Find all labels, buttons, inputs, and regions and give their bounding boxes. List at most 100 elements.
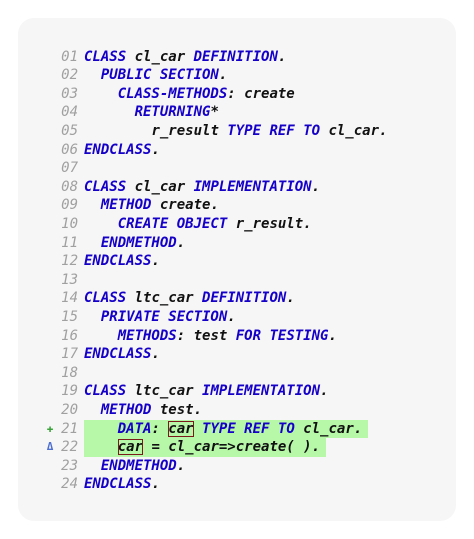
code-token: : create bbox=[227, 85, 295, 102]
code-token: . bbox=[151, 253, 160, 270]
line-number: 02 bbox=[61, 67, 78, 84]
code-token: test. bbox=[151, 401, 203, 418]
code-line[interactable]: Δ 22 car = cl_car=>create( ). bbox=[0, 438, 474, 457]
code-text: METHOD create. bbox=[84, 196, 219, 215]
line-number: 17 bbox=[61, 346, 78, 363]
code-line[interactable]: 17 ENDCLASS. bbox=[0, 345, 474, 364]
keyword-token: CLASS bbox=[84, 290, 127, 307]
code-text: CLASS ltc_car DEFINITION. bbox=[84, 289, 295, 308]
code-line[interactable]: 19 CLASS ltc_car IMPLEMENTATION. bbox=[0, 382, 474, 401]
line-number: 19 bbox=[61, 383, 78, 400]
line-number: 20 bbox=[61, 401, 78, 418]
code-token: r_result. bbox=[227, 215, 312, 232]
keyword-token: RETURNING bbox=[134, 104, 211, 121]
code-line[interactable]: 08 CLASS cl_car IMPLEMENTATION. bbox=[0, 178, 474, 197]
code-text: METHODS: test FOR TESTING. bbox=[84, 327, 337, 346]
keyword-token: ENDCLASS bbox=[84, 253, 152, 270]
code-token: . bbox=[151, 476, 160, 493]
code-token: r_result bbox=[151, 122, 228, 139]
code-token: . bbox=[311, 178, 321, 195]
changed-line-icon: Δ bbox=[46, 440, 54, 454]
code-token: . bbox=[328, 327, 337, 344]
code-token: cl_car. bbox=[320, 122, 388, 139]
code-token: . bbox=[277, 48, 287, 65]
keyword-token: METHODS bbox=[117, 327, 177, 344]
line-number: 14 bbox=[61, 290, 78, 307]
code-token: ltc_car bbox=[126, 383, 203, 400]
code-token: * bbox=[210, 104, 219, 121]
code-line[interactable]: ✚ 21 DATA: car TYPE REF TO cl_car. bbox=[0, 420, 474, 439]
line-number: 18 bbox=[61, 364, 78, 381]
keyword-token: PRIVATE SECTION bbox=[100, 308, 228, 325]
keyword-token: IMPLEMENTATION bbox=[202, 383, 321, 400]
code-line[interactable]: 12 ENDCLASS. bbox=[0, 252, 474, 271]
code-line[interactable]: 13 bbox=[0, 271, 474, 290]
code-line[interactable]: 24 ENDCLASS. bbox=[0, 475, 474, 494]
code-text: CLASS cl_car IMPLEMENTATION. bbox=[84, 178, 320, 197]
keyword-token: CLASS bbox=[84, 178, 127, 195]
code-text: DATA: car TYPE REF TO cl_car. bbox=[84, 420, 362, 439]
keyword-token: ENDMETHOD bbox=[100, 457, 177, 474]
keyword-token: METHOD bbox=[100, 197, 152, 214]
code-text: CREATE OBJECT r_result. bbox=[84, 215, 312, 234]
code-text: ENDCLASS. bbox=[84, 141, 160, 160]
keyword-token: TYPE REF TO bbox=[227, 122, 321, 139]
code-line[interactable]: 09 METHOD create. bbox=[0, 196, 474, 215]
code-line[interactable]: 03 CLASS-METHODS: create bbox=[0, 85, 474, 104]
code-line[interactable]: 05 r_result TYPE REF TO cl_car. bbox=[0, 122, 474, 141]
keyword-token: FOR TESTING bbox=[235, 327, 329, 344]
code-text: METHOD test. bbox=[84, 401, 202, 420]
code-line[interactable]: 02 PUBLIC SECTION. bbox=[0, 66, 474, 85]
line-number: 03 bbox=[61, 85, 78, 102]
code-text: car = cl_car=>create( ). bbox=[84, 438, 320, 457]
keyword-token: CLASS bbox=[84, 383, 127, 400]
line-number: 24 bbox=[61, 476, 78, 493]
code-token: cl_car bbox=[126, 48, 194, 65]
code-line[interactable]: 16 METHODS: test FOR TESTING. bbox=[0, 327, 474, 346]
keyword-token: DATA bbox=[117, 420, 152, 437]
code-line[interactable]: 01 CLASS cl_car DEFINITION. bbox=[0, 48, 474, 67]
keyword-token: METHOD bbox=[100, 401, 152, 418]
keyword-token: ENDMETHOD bbox=[100, 234, 177, 251]
code-text: CLASS cl_car DEFINITION. bbox=[84, 48, 286, 67]
code-token: = cl_car=>create( ). bbox=[143, 439, 321, 456]
keyword-token: CLASS bbox=[84, 48, 127, 65]
code-line[interactable]: 20 METHOD test. bbox=[0, 401, 474, 420]
line-number: 23 bbox=[61, 457, 78, 474]
code-line[interactable]: 14 CLASS ltc_car DEFINITION. bbox=[0, 289, 474, 308]
line-number: 05 bbox=[61, 122, 78, 139]
code-text: ENDCLASS. bbox=[84, 252, 160, 271]
boxed-identifier: car bbox=[168, 420, 194, 437]
line-number: 22 bbox=[61, 439, 78, 456]
code-token: ltc_car bbox=[126, 290, 203, 307]
code-line[interactable]: 23 ENDMETHOD. bbox=[0, 457, 474, 476]
code-text: ENDMETHOD. bbox=[84, 457, 185, 476]
code-line[interactable]: 10 CREATE OBJECT r_result. bbox=[0, 215, 474, 234]
added-line-icon: ✚ bbox=[46, 421, 54, 435]
line-number: 21 bbox=[61, 420, 78, 437]
code-line[interactable]: 04 RETURNING* bbox=[0, 103, 474, 122]
code-line[interactable]: 07 bbox=[0, 159, 474, 178]
line-number: 10 bbox=[61, 215, 78, 232]
line-number: 07 bbox=[61, 160, 78, 177]
code-line[interactable]: 18 bbox=[0, 364, 474, 383]
code-token: . bbox=[286, 290, 295, 307]
line-number: 13 bbox=[61, 271, 78, 288]
code-line[interactable]: 15 PRIVATE SECTION. bbox=[0, 308, 474, 327]
code-line[interactable]: 06 ENDCLASS. bbox=[0, 141, 474, 160]
boxed-identifier: car bbox=[117, 439, 144, 456]
line-number: 12 bbox=[61, 253, 78, 270]
line-number: 11 bbox=[61, 234, 78, 251]
keyword-token: CLASS-METHODS bbox=[117, 85, 228, 102]
keyword-token: ENDCLASS bbox=[84, 476, 152, 493]
line-number: 08 bbox=[61, 178, 78, 195]
code-text: CLASS-METHODS: create bbox=[84, 85, 295, 104]
code-text: CLASS ltc_car IMPLEMENTATION. bbox=[84, 382, 328, 401]
code-line[interactable]: 11 ENDMETHOD. bbox=[0, 234, 474, 253]
code-token: : test bbox=[176, 327, 236, 344]
line-number: 04 bbox=[61, 104, 78, 121]
code-token: cl_car bbox=[126, 178, 194, 195]
line-number: 01 bbox=[61, 48, 78, 65]
code-token: create. bbox=[151, 197, 219, 214]
code-text: ENDCLASS. bbox=[84, 345, 160, 364]
